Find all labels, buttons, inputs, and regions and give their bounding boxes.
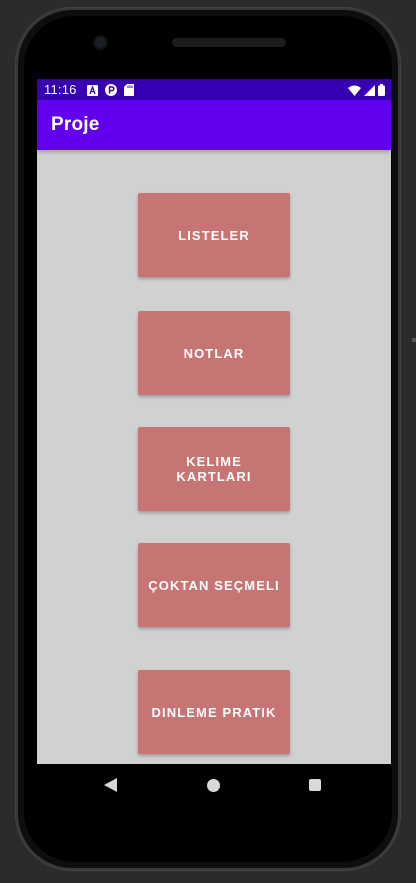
p-notification-icon [105,83,117,101]
status-bar: 11:16 [37,79,391,100]
back-icon[interactable] [104,778,117,797]
status-time: 11:16 [44,82,77,97]
kelime-kartlari-button[interactable]: KELIME KARTLARI [138,427,290,511]
battery-icon [378,83,385,101]
home-icon[interactable] [207,779,220,792]
sd-card-icon [124,83,134,101]
listeler-button[interactable]: LISTELER [138,193,290,277]
dinleme-pratik-button[interactable]: DINLEME PRATIK [138,670,290,754]
navigation-bar [37,764,391,808]
notification-icons [87,83,134,101]
signal-icon [364,83,375,101]
system-icons [348,83,385,101]
app-bar: Proje [37,100,391,150]
front-camera [95,37,106,48]
app-title: Proje [51,114,100,135]
earpiece-speaker [172,38,286,47]
notlar-button[interactable]: NOTLAR [138,311,290,395]
side-button [412,338,416,342]
wifi-icon [348,83,361,101]
recent-apps-icon[interactable] [309,779,321,791]
a-notification-icon [87,83,98,101]
app-screen: 11:16 Proje LISTELER NOTLAR KELIME KARTL… [37,79,391,764]
coktan-secmeli-button[interactable]: ÇOKTAN SEÇMELI [138,543,290,627]
